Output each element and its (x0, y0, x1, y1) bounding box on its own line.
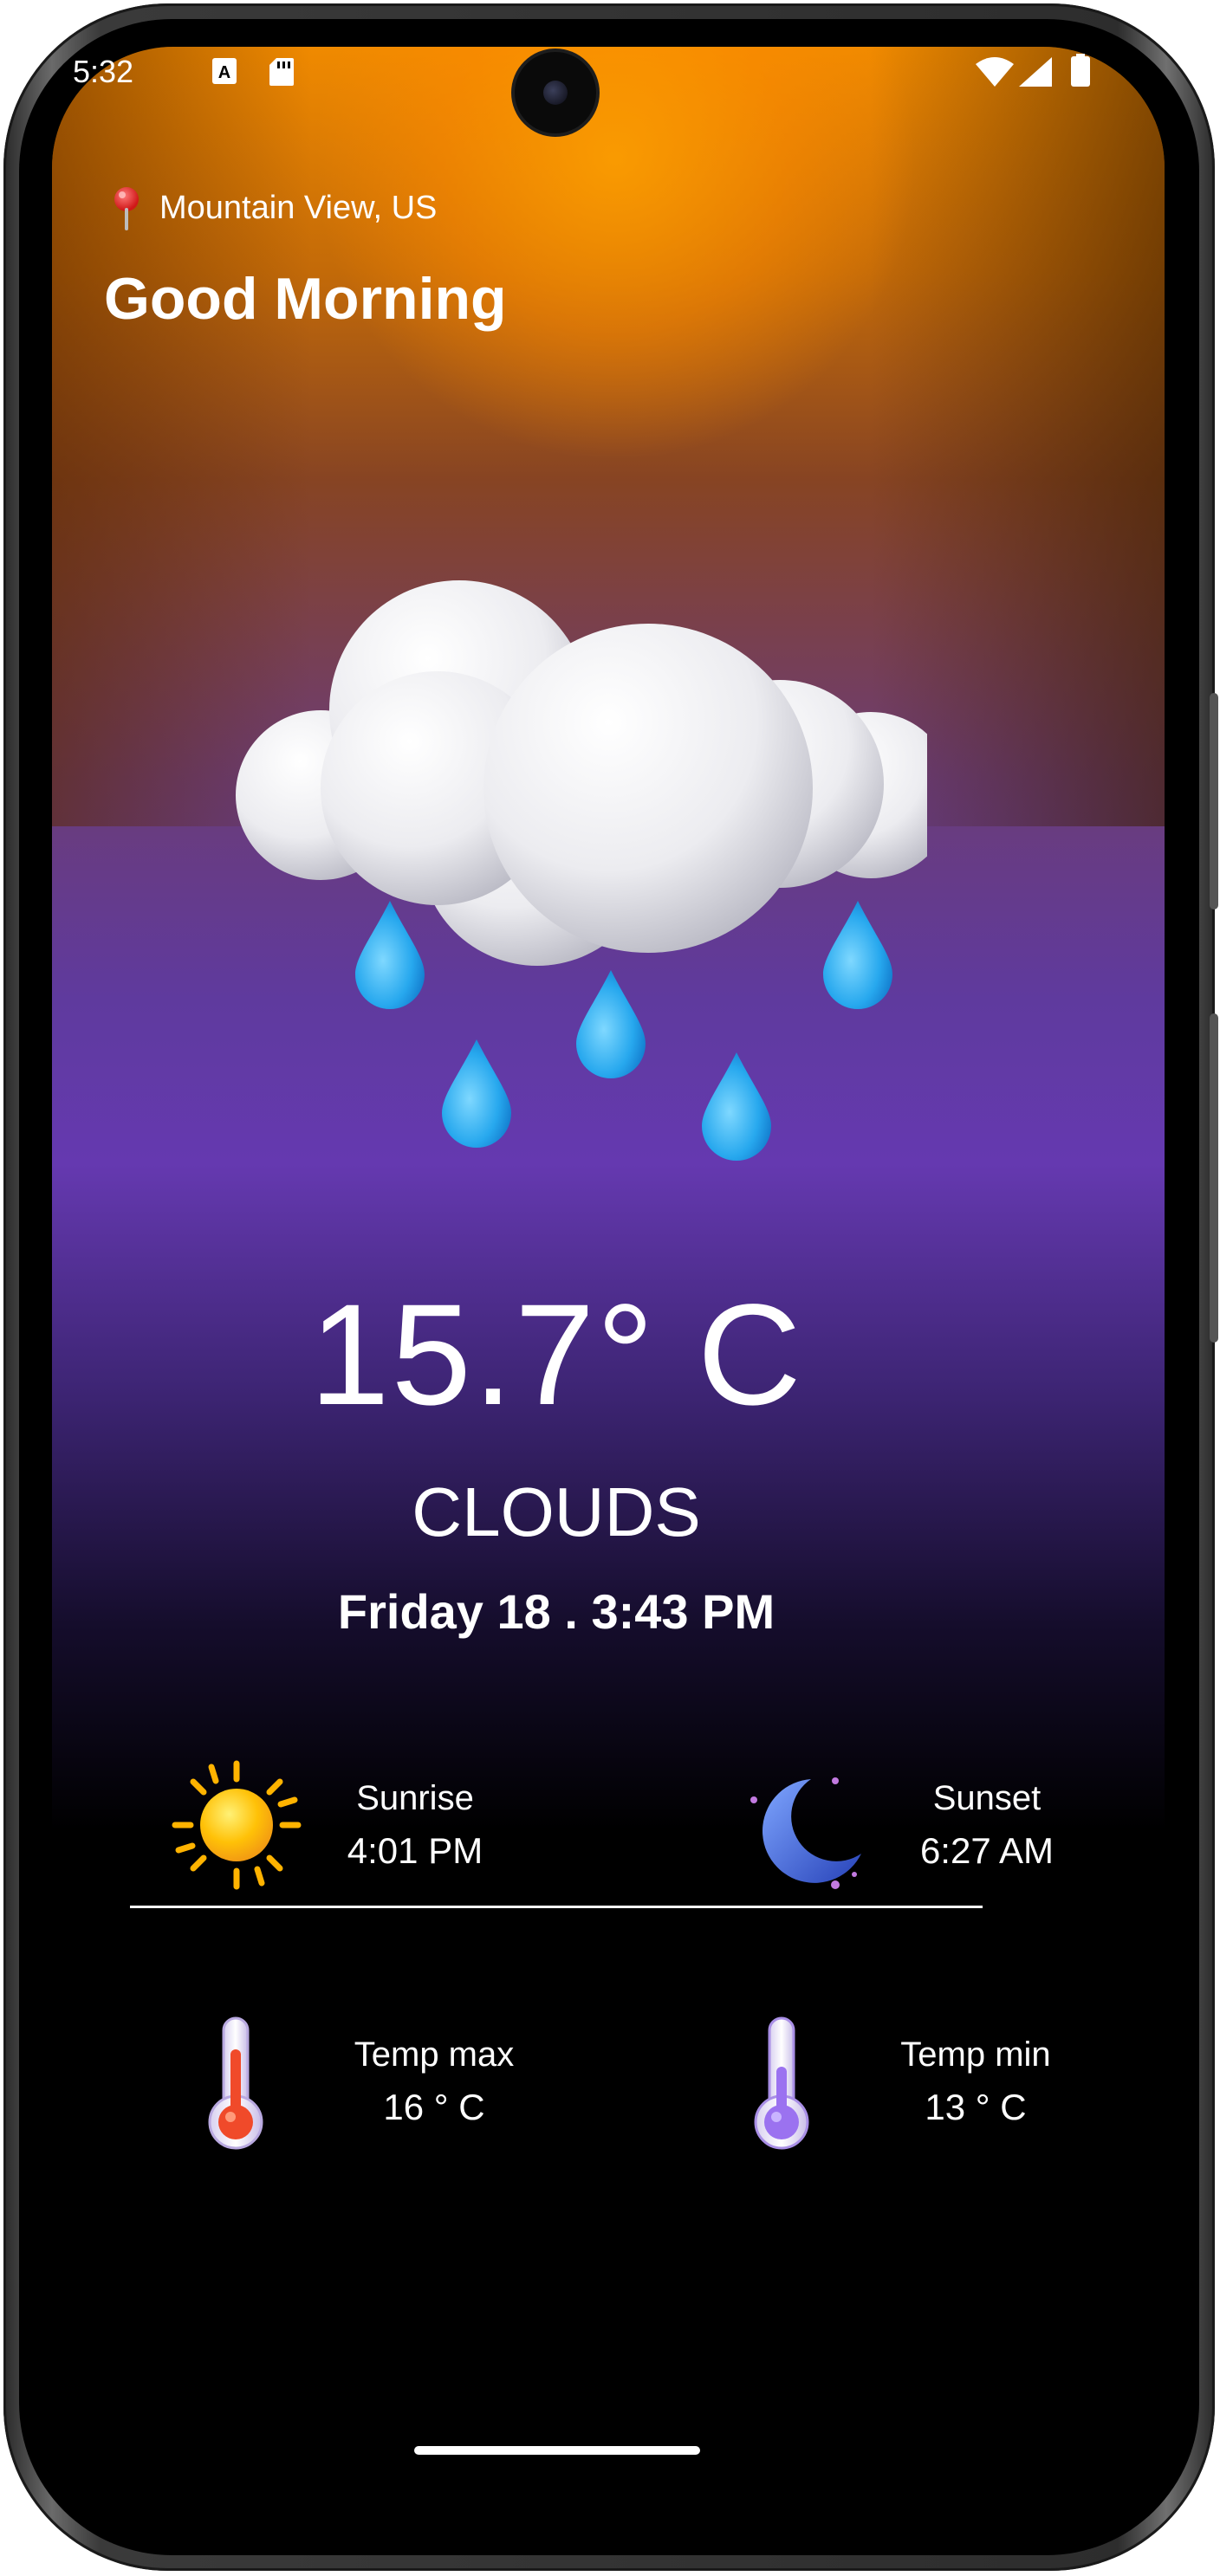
rain-cloud-icon (236, 580, 927, 1161)
location-label: Mountain View, US (159, 189, 438, 226)
date-time: Friday 18 . 3:43 PM (337, 1584, 775, 1639)
moon-icon (750, 1777, 861, 1889)
greeting-title: Good Morning (104, 266, 507, 332)
temp-max-label: Temp max (354, 2036, 515, 2074)
home-indicator[interactable] (414, 2446, 700, 2455)
status-time: 5:32 (73, 54, 134, 89)
location[interactable]: Mountain View, US (109, 185, 437, 230)
current-temperature: 15.7° C (309, 1275, 803, 1435)
temp-min-info: Temp min 13 ° C (870, 2036, 1081, 2128)
temp-min-label: Temp min (900, 2036, 1051, 2074)
divider (130, 1906, 983, 1908)
weather-condition: CLOUDS (412, 1473, 701, 1550)
sd-card-icon (269, 58, 294, 86)
front-camera (515, 52, 596, 133)
sunset-info: Sunset 6:27 AM (901, 1779, 1073, 1872)
thermometer-cold-icon (754, 2016, 809, 2150)
location-pin-icon (114, 187, 139, 230)
power-button (1210, 693, 1218, 909)
background-glow (312, 47, 918, 463)
thermometer-hot-icon (208, 2016, 263, 2150)
svg-text:A: A (218, 63, 230, 82)
sunrise-time: 4:01 PM (347, 1830, 483, 1871)
sunrise-label: Sunrise (356, 1779, 474, 1817)
sun-icon (172, 1760, 302, 1890)
wifi-icon (976, 57, 1014, 87)
temp-max-value: 16 ° C (383, 2087, 485, 2127)
cloud-shape (236, 580, 927, 966)
temp-min-value: 13 ° C (925, 2087, 1027, 2127)
font-notification-icon: A (212, 58, 237, 84)
temp-max-info: Temp max 16 ° C (326, 2036, 542, 2128)
volume-button (1210, 1013, 1218, 1343)
sunset-label: Sunset (932, 1779, 1042, 1817)
cell-signal-icon (1019, 57, 1052, 87)
sunrise-info: Sunrise 4:01 PM (334, 1779, 496, 1872)
battery-icon (1071, 54, 1090, 87)
sunset-time: 6:27 AM (919, 1830, 1055, 1871)
